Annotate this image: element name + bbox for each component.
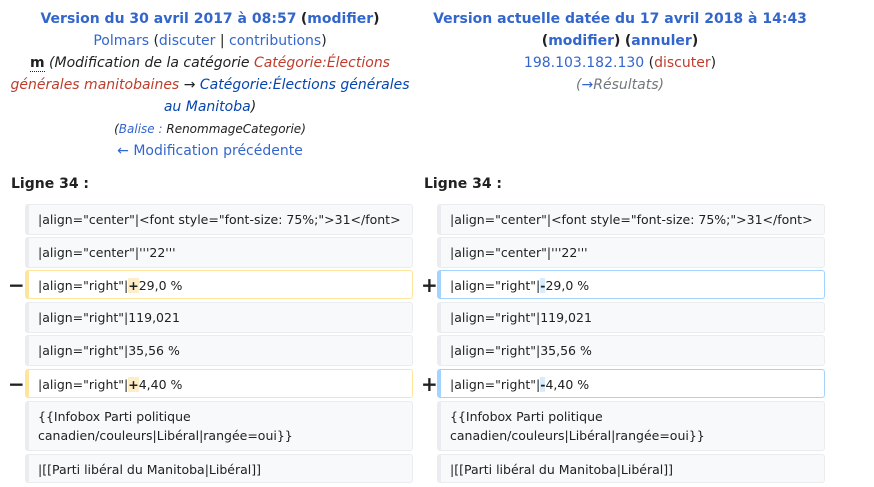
ip-contribs-link[interactable]: 198.103.182.130 <box>524 55 644 71</box>
diff-context-left: |align="right"|119,021 <box>25 302 413 333</box>
old-user-link[interactable]: Polmars <box>93 33 149 49</box>
tag-label-link[interactable]: Balise : <box>119 122 163 136</box>
current-version-link[interactable]: Version actuelle datée du 17 avril 2018 … <box>433 11 807 27</box>
ip-talk-link[interactable]: discuter <box>654 55 711 71</box>
diff-context-right: |align="center"|<font style="font-size: … <box>437 204 825 235</box>
deleted-word: + <box>128 278 139 293</box>
new-revision-header: Version actuelle datée du 17 avril 2018 … <box>433 11 807 93</box>
diff-context-right: |align="center"|'''22''' <box>437 237 825 268</box>
diff-deleted-line: |align="right"|+29,0 % <box>25 270 413 299</box>
diff-context-right: |align="right"|35,56 % <box>437 335 825 366</box>
old-modify-link[interactable]: modifier <box>307 11 373 27</box>
line-number-left: Ligne 34 : <box>11 176 90 192</box>
diff-context-left: |align="center"|'''22''' <box>25 237 413 268</box>
diff-deleted-line: |align="right"|+4,40 % <box>25 369 413 398</box>
undo-link[interactable]: annuler <box>631 33 692 49</box>
deleted-line-marker: − <box>8 273 25 297</box>
old-user-contribs-link[interactable]: contributions <box>229 33 321 49</box>
diff-added-line: |align="right"|-4,40 % <box>437 369 825 398</box>
old-user-talk-link[interactable]: discuter <box>159 33 216 49</box>
diff-context-left: {{Infobox Parti politique canadien/coule… <box>25 401 413 451</box>
previous-edit-link[interactable]: ← Modification précédente <box>117 143 303 159</box>
diff-context-right: {{Infobox Parti politique canadien/coule… <box>437 401 825 451</box>
section-arrow-link[interactable]: → <box>582 77 594 93</box>
new-category-link[interactable]: Catégorie:Élections générales au Manitob… <box>164 77 410 115</box>
old-version-link[interactable]: Version du 30 avril 2017 à 08:57 <box>40 11 296 27</box>
diff-context-left: |align="center"|<font style="font-size: … <box>25 204 413 235</box>
summary-arrow: → <box>183 77 196 93</box>
minor-edit-mark: m <box>30 55 45 72</box>
old-summary-prefix: (Modification de la catégorie <box>49 55 250 71</box>
current-modify-link[interactable]: modifier <box>548 33 614 49</box>
diff-added-line: |align="right"|-29,0 % <box>437 270 825 299</box>
line-number-right: Ligne 34 : <box>424 176 503 192</box>
diff-context-left: |[[Parti libéral du Manitoba|Libéral]] <box>25 454 413 483</box>
added-line-marker: + <box>421 372 438 396</box>
added-line-marker: + <box>421 273 438 297</box>
diff-context-left: |align="right"|35,56 % <box>25 335 413 366</box>
deleted-word: + <box>128 377 139 392</box>
section-name: Résultats <box>593 77 659 93</box>
old-summary-suffix: ) <box>250 99 257 115</box>
deleted-line-marker: − <box>8 372 25 396</box>
old-revision-header: Version du 30 avril 2017 à 08:57 (modifi… <box>10 11 410 159</box>
diff-context-right: |align="right"|119,021 <box>437 302 825 333</box>
tag-value: RenommageCategorie <box>166 122 302 136</box>
diff-context-right: |[[Parti libéral du Manitoba|Libéral]] <box>437 454 825 483</box>
